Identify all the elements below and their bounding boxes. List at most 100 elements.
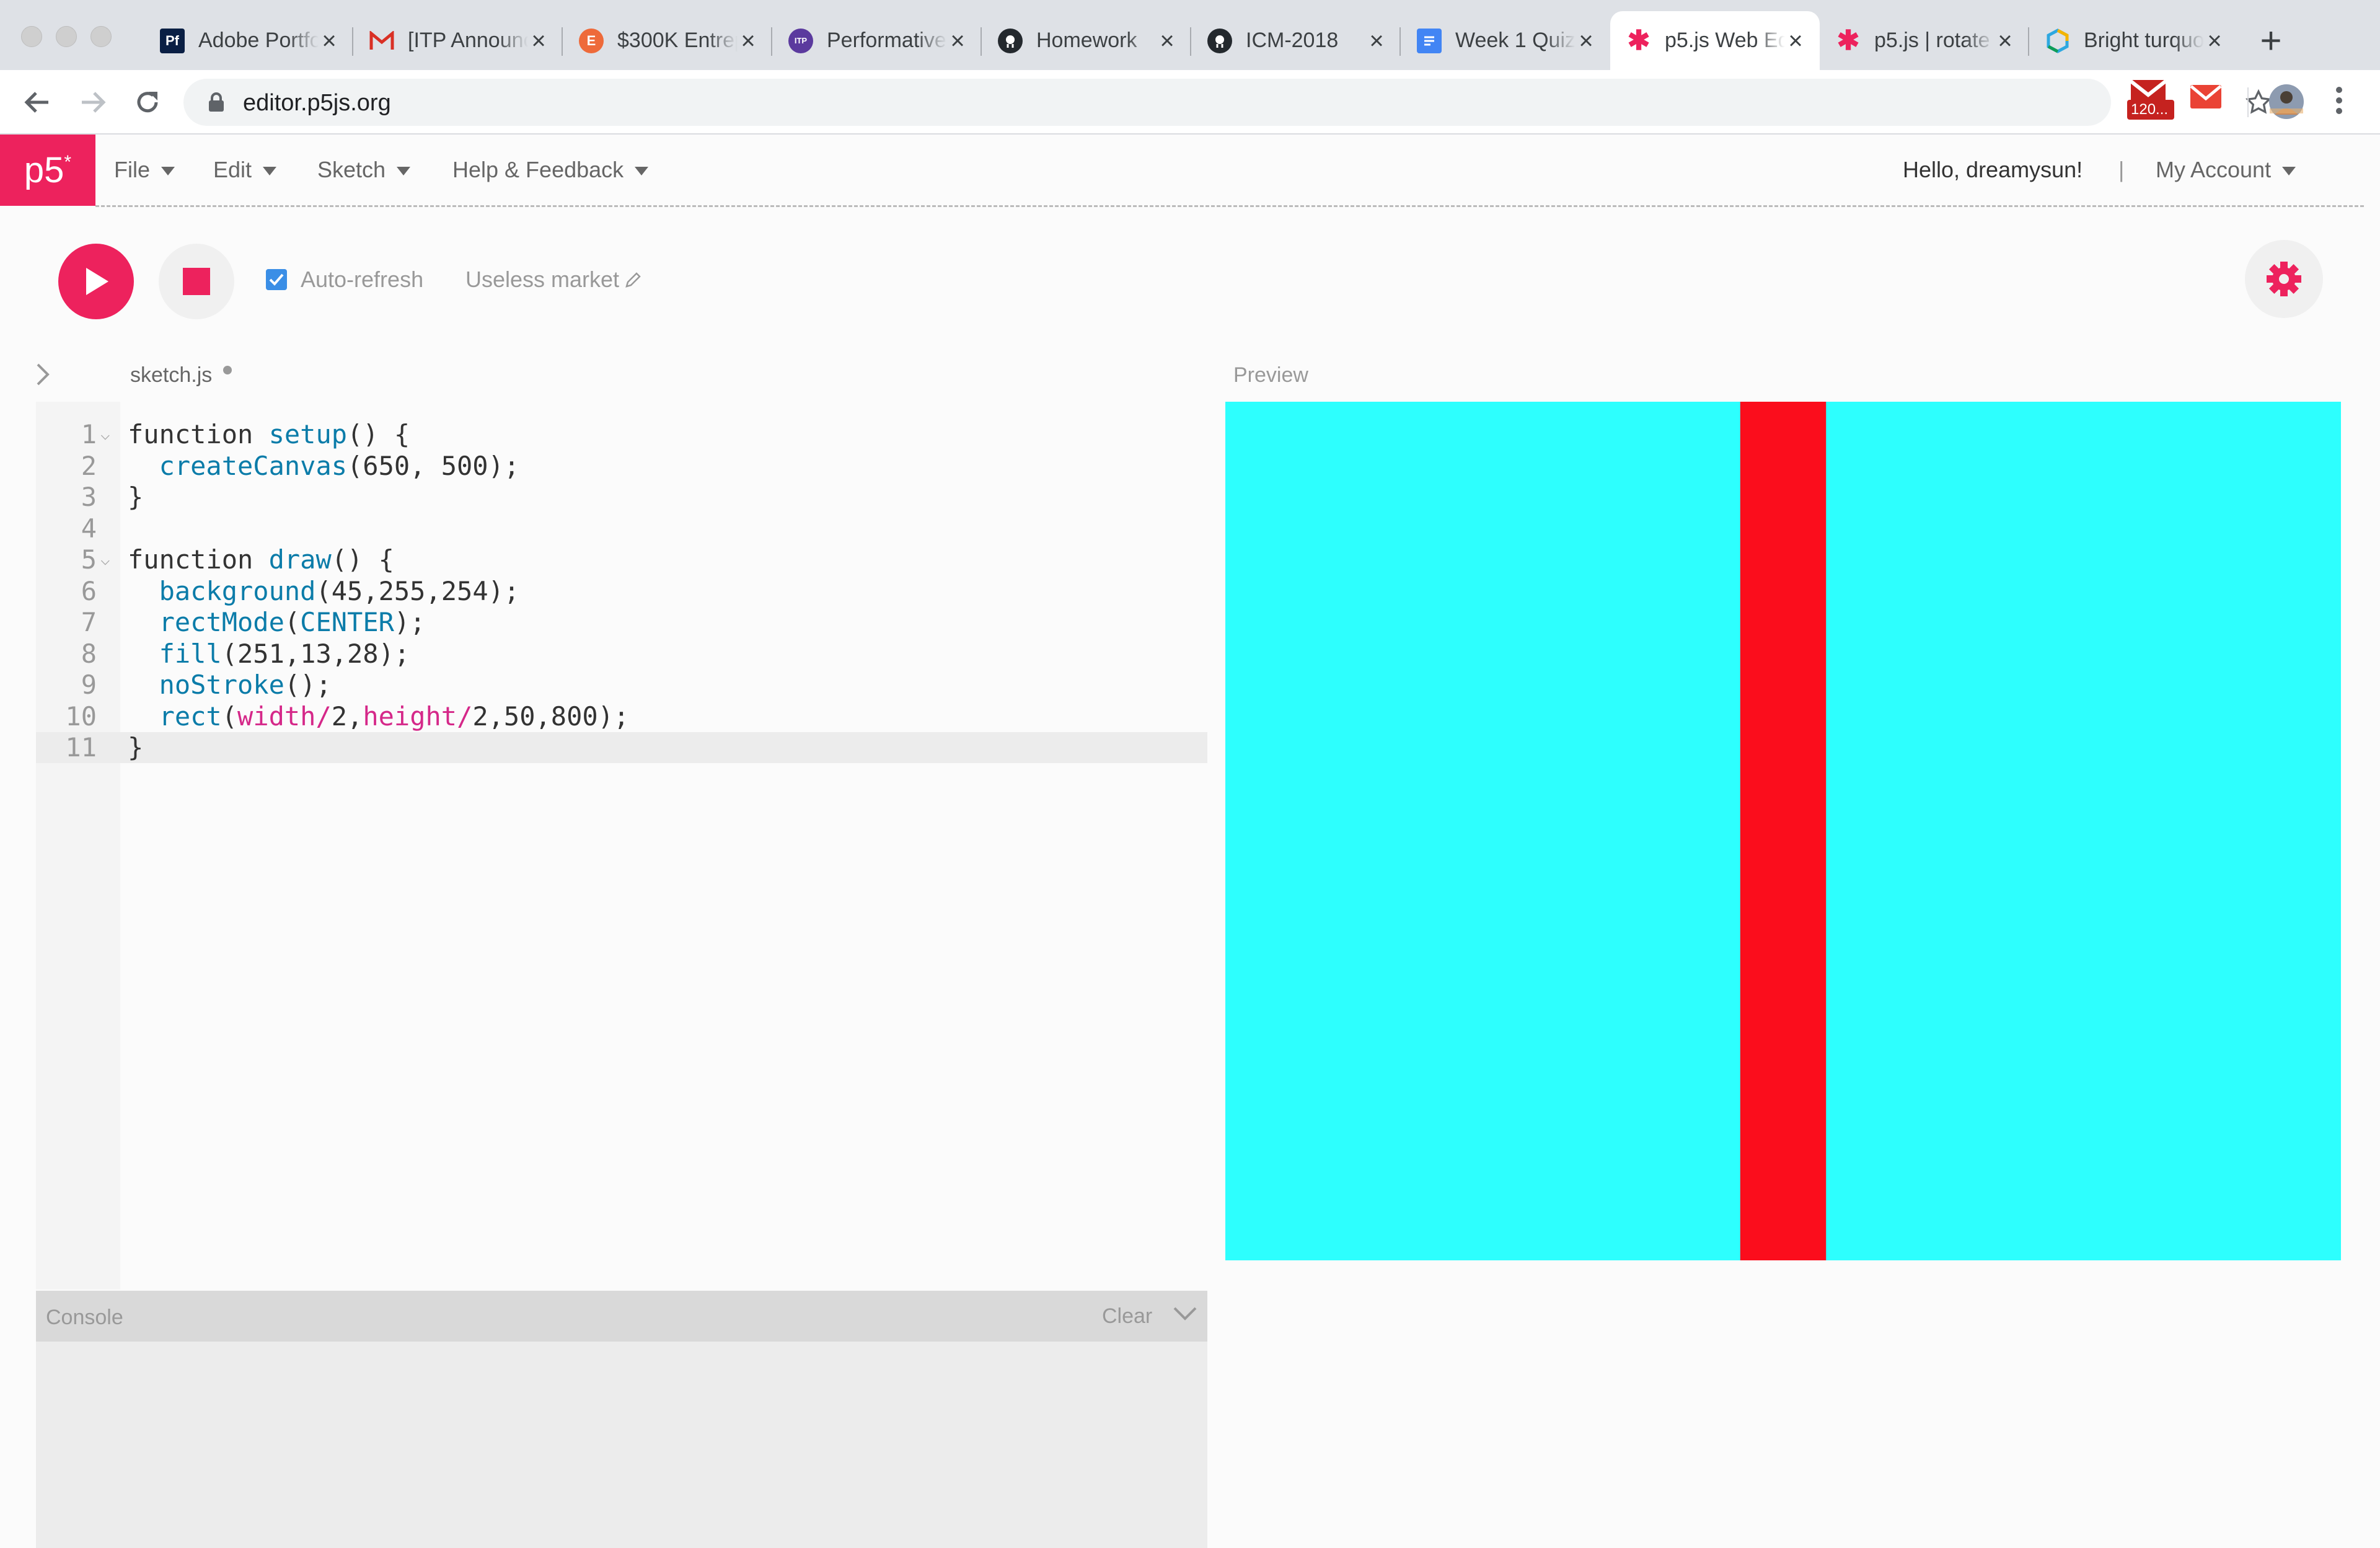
tab-separator xyxy=(352,27,353,56)
file-tab-sketch-js[interactable]: sketch.js xyxy=(130,363,212,387)
auto-refresh-checkbox[interactable] xyxy=(266,269,287,290)
close-icon[interactable]: × xyxy=(528,29,549,53)
sidebar-toggle[interactable] xyxy=(35,362,51,390)
tab-title: Bright turquoise xyxy=(2084,29,2204,52)
gmail-extension[interactable] xyxy=(2190,85,2222,113)
code-line[interactable]: 7 rectMode(CENTER); xyxy=(36,607,1207,638)
browser-menu-button[interactable] xyxy=(2333,85,2345,119)
code-line[interactable]: 3} xyxy=(36,482,1207,513)
tab-separator xyxy=(562,27,563,56)
close-icon[interactable]: × xyxy=(1576,29,1597,53)
close-icon[interactable]: × xyxy=(1785,29,1806,53)
project-name[interactable]: Useless market xyxy=(465,267,643,293)
arrow-left-icon xyxy=(24,92,48,113)
console-title: Console xyxy=(46,1306,123,1329)
menu-file-label: File xyxy=(114,157,151,182)
checkmark-icon xyxy=(269,273,284,286)
code-line[interactable]: 10 rect(width/2,height/2,50,800); xyxy=(36,701,1207,732)
code-line[interactable]: 6 background(45,255,254); xyxy=(36,576,1207,607)
chevron-down-icon xyxy=(635,167,649,175)
line-number: 8 xyxy=(81,638,97,669)
tab-title: Week 1 Quiz xyxy=(1455,29,1576,52)
avatar-icon xyxy=(2269,84,2304,119)
code-text: } xyxy=(128,732,144,763)
gmail-checker-extension[interactable]: 120... xyxy=(2126,77,2175,124)
menu-sketch[interactable]: Sketch xyxy=(317,157,411,183)
close-icon[interactable]: × xyxy=(947,29,968,53)
tab-title: Performative Avatars xyxy=(827,29,947,52)
window-close-button[interactable] xyxy=(21,26,42,47)
project-name-text: Useless market xyxy=(465,267,620,292)
stop-button[interactable] xyxy=(159,244,234,319)
code-text: rect(width/2,height/2,50,800); xyxy=(159,701,630,732)
code-line[interactable]: 4 xyxy=(36,513,1207,544)
menu-edit[interactable]: Edit xyxy=(213,157,277,183)
browser-tab[interactable]: ✱ p5.js | rotate × xyxy=(1820,11,2029,70)
tab-separator xyxy=(1399,27,1401,56)
profile-avatar[interactable] xyxy=(2268,84,2304,123)
new-tab-button[interactable]: + xyxy=(2254,22,2288,60)
code-text: rectMode(CENTER); xyxy=(159,607,426,637)
address-bar[interactable]: editor.p5js.org xyxy=(183,79,2272,126)
close-icon[interactable]: × xyxy=(738,29,759,53)
tab-title: ICM-2018 xyxy=(1246,29,1339,52)
kebab-menu-icon xyxy=(2336,87,2342,114)
menu-account-label: My Account xyxy=(2156,157,2272,182)
code-line[interactable]: 11} xyxy=(36,732,1207,763)
p5-logo[interactable]: p5 * xyxy=(0,135,95,206)
auto-refresh-label: Auto-refresh xyxy=(301,267,424,292)
close-icon[interactable]: × xyxy=(1157,29,1178,53)
close-icon[interactable]: × xyxy=(1994,29,2016,53)
chevron-down-icon[interactable] xyxy=(1173,1306,1197,1322)
menu-my-account[interactable]: My Account xyxy=(2156,157,2296,183)
code-line[interactable]: 2 createCanvas(650, 500); xyxy=(36,451,1207,482)
browser-tab[interactable]: ✱ p5.js Web Editor× xyxy=(1610,11,1820,70)
code-editor[interactable]: 1 ⌵ function setup() {2 createCanvas(650, … xyxy=(36,402,1207,1289)
browser-tab[interactable]: ITP Performative Avatars× xyxy=(772,11,982,70)
reload-icon xyxy=(137,92,158,113)
fold-chevron-icon[interactable]: ⌵ xyxy=(100,544,110,575)
console-output xyxy=(36,1342,1207,1548)
close-icon[interactable]: × xyxy=(1366,29,1387,53)
code-line[interactable]: 8 fill(251,13,28); xyxy=(36,639,1207,670)
menu-edit-label: Edit xyxy=(213,157,252,182)
arrow-right-icon xyxy=(82,92,106,113)
pencil-icon[interactable] xyxy=(624,270,643,289)
line-number: 4 xyxy=(81,513,97,544)
browser-tab[interactable]: Homework × xyxy=(982,11,1191,70)
code-text: noStroke(); xyxy=(159,670,332,700)
menu-file[interactable]: File xyxy=(114,157,175,183)
close-icon[interactable]: × xyxy=(319,29,340,53)
menu-help-feedback[interactable]: Help & Feedback xyxy=(452,157,649,183)
close-icon[interactable]: × xyxy=(2204,29,2225,53)
tab-title: Homework xyxy=(1036,29,1137,52)
tab-title: $300K Entrepreneurship xyxy=(617,29,738,52)
play-button[interactable] xyxy=(58,244,134,319)
unsaved-indicator xyxy=(223,366,232,374)
browser-tab[interactable]: ICM-2018 × xyxy=(1191,11,1401,70)
code-line[interactable]: 1 ⌵ function setup() { xyxy=(36,419,1207,450)
fold-chevron-icon[interactable]: ⌵ xyxy=(100,419,110,450)
code-line[interactable]: 9 noStroke(); xyxy=(36,670,1207,701)
back-button[interactable] xyxy=(21,86,53,118)
code-text: fill(251,13,28); xyxy=(159,638,410,669)
code-line[interactable]: 5 ⌵ function draw() { xyxy=(36,544,1207,575)
browser-tab[interactable]: Pf Adobe Portfolio× xyxy=(144,11,353,70)
forward-button[interactable] xyxy=(77,86,109,118)
browser-tab[interactable]: Week 1 Quiz × xyxy=(1401,11,1610,70)
window-minimize-button[interactable] xyxy=(56,26,77,47)
nav-dashed-divider xyxy=(95,205,2364,207)
browser-tab[interactable]: Bright turquoise× xyxy=(2029,11,2239,70)
console-clear-button[interactable]: Clear xyxy=(1102,1304,1152,1329)
p5-asterisk-icon: ✱ xyxy=(1836,25,1860,56)
sketch-preview-canvas xyxy=(1225,402,2341,1260)
browser-tab[interactable]: [ITP Announcements]× xyxy=(353,11,563,70)
tab-title: [ITP Announcements] xyxy=(408,29,528,52)
window-maximize-button[interactable] xyxy=(90,26,112,47)
browser-tab[interactable]: E $300K Entrepreneurship× xyxy=(563,11,772,70)
lock-icon xyxy=(209,92,224,112)
settings-button[interactable] xyxy=(2245,240,2323,318)
play-icon xyxy=(86,268,108,295)
reload-button[interactable] xyxy=(131,86,164,118)
tab-separator xyxy=(771,27,772,56)
